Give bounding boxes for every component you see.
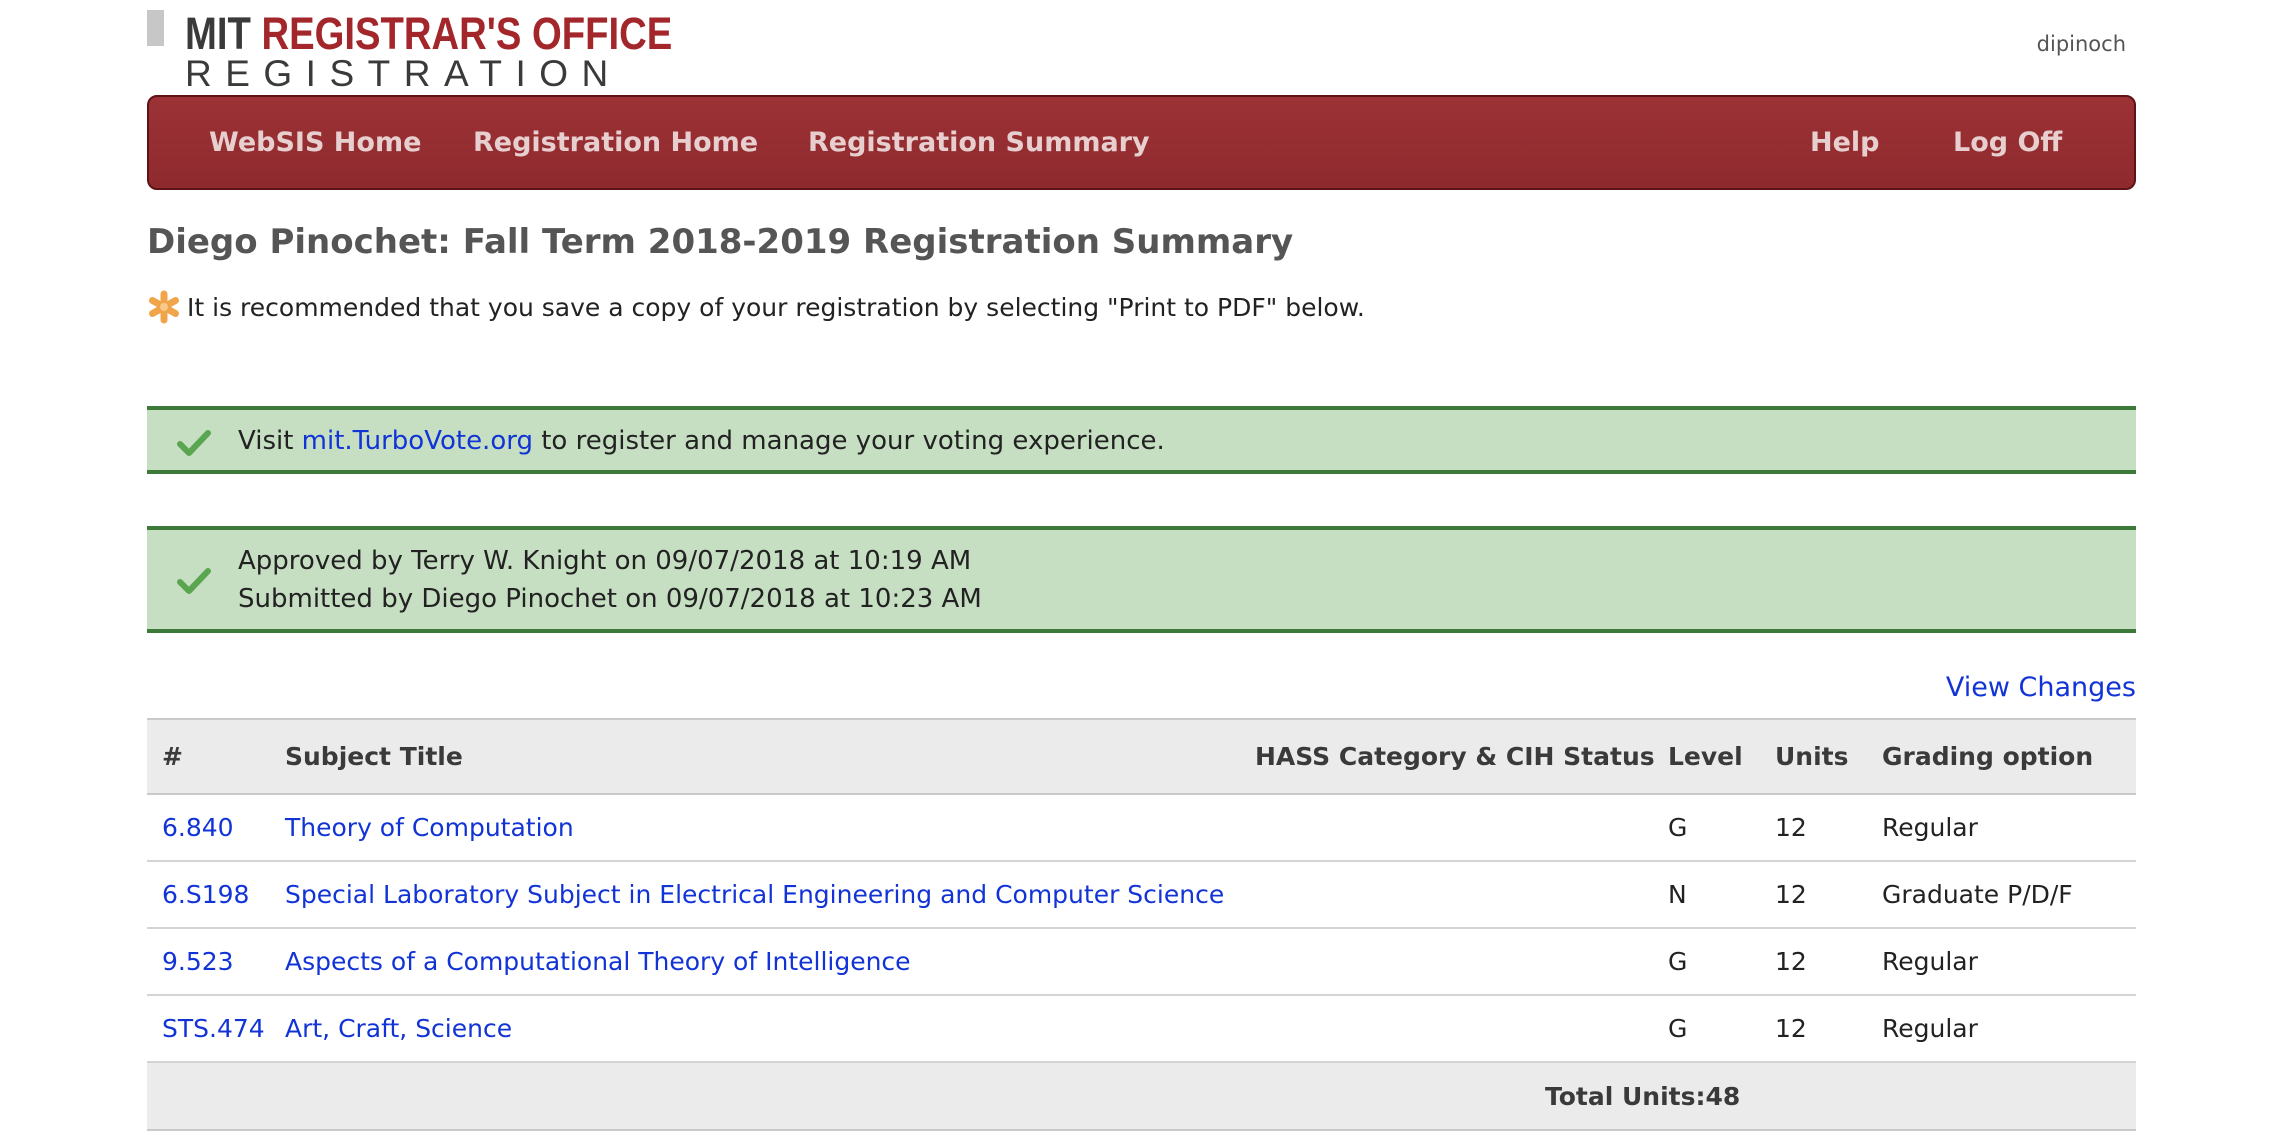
logo-subtitle: REGISTRATION (185, 53, 622, 94)
view-changes-link[interactable]: View Changes (1946, 672, 2136, 703)
table-header-row: # Subject Title HASS Category & CIH Stat… (147, 718, 2136, 795)
level-cell: G (1668, 928, 1775, 996)
col-header-hass: HASS Category & CIH Status (1255, 718, 1668, 795)
nav-help[interactable]: Help (1810, 97, 1880, 188)
subject-number-cell: 6.S198 (147, 861, 285, 929)
registrar-logo[interactable]: MIT REGISTRAR'S OFFICE REGISTRATION (147, 8, 672, 94)
level-cell: G (1668, 794, 1775, 862)
registration-table: # Subject Title HASS Category & CIH Stat… (147, 718, 2136, 1131)
voting-alert-text: Visit mit.TurboVote.org to register and … (238, 422, 1165, 460)
asterisk-icon (149, 290, 179, 324)
check-icon (177, 568, 211, 594)
subject-title-link[interactable]: Art, Craft, Science (285, 1014, 512, 1043)
subject-number-link[interactable]: STS.474 (162, 1014, 265, 1043)
nav-registration-home[interactable]: Registration Home (473, 97, 758, 188)
logo-registrar-office: REGISTRAR'S OFFICE (261, 8, 673, 59)
total-row: Total Units:48 (147, 1062, 2136, 1131)
nav-websis-home[interactable]: WebSIS Home (209, 97, 421, 188)
recommendation-text: It is recommended that you save a copy o… (187, 292, 1365, 322)
page-title: Diego Pinochet: Fall Term 2018-2019 Regi… (147, 222, 1294, 262)
table-row: 6.840 Theory of Computation G 12 Regular (147, 794, 2136, 862)
subject-number-cell: 9.523 (147, 928, 285, 996)
subject-title-link[interactable]: Aspects of a Computational Theory of Int… (285, 947, 911, 976)
username: dipinoch (2036, 32, 2126, 56)
logo-mit: MIT (185, 8, 262, 59)
hass-cell (1255, 928, 1668, 996)
col-header-units: Units (1775, 718, 1882, 795)
grading-cell: Regular (1882, 928, 2136, 996)
units-cell: 12 (1775, 928, 1882, 996)
units-cell: 12 (1775, 995, 1882, 1063)
logo-bar (147, 10, 164, 46)
approved-text: Approved by Terry W. Knight on 09/07/201… (238, 546, 972, 576)
submitted-text: Submitted by Diego Pinochet on 09/07/201… (238, 584, 982, 614)
subject-number-link[interactable]: 9.523 (162, 947, 234, 976)
subject-title-cell: Special Laboratory Subject in Electrical… (285, 861, 1255, 929)
subject-title-cell: Theory of Computation (285, 794, 1255, 862)
voting-suffix: to register and manage your voting exper… (532, 426, 1165, 456)
table-row: STS.474 Art, Craft, Science G 12 Regular (147, 995, 2136, 1063)
approval-alert: Approved by Terry W. Knight on 09/07/201… (147, 526, 2136, 633)
check-icon (177, 430, 211, 456)
units-cell: 12 (1775, 794, 1882, 862)
subject-title-cell: Aspects of a Computational Theory of Int… (285, 928, 1255, 996)
subject-title-cell: Art, Craft, Science (285, 995, 1255, 1063)
subject-number-cell: 6.840 (147, 794, 285, 862)
level-cell: N (1668, 861, 1775, 929)
subject-number-cell: STS.474 (147, 995, 285, 1063)
col-header-level: Level (1668, 718, 1775, 795)
hass-cell (1255, 861, 1668, 929)
main-nav: WebSIS Home Registration Home Registrati… (147, 95, 2136, 190)
hass-cell (1255, 995, 1668, 1063)
voting-alert: Visit mit.TurboVote.org to register and … (147, 406, 2136, 474)
print-recommendation: It is recommended that you save a copy o… (147, 290, 1365, 324)
col-header-number: # (147, 718, 285, 795)
units-cell: 12 (1775, 861, 1882, 929)
table-row: 9.523 Aspects of a Computational Theory … (147, 928, 2136, 996)
subject-title-link[interactable]: Theory of Computation (285, 813, 574, 842)
table-row: 6.S198 Special Laboratory Subject in Ele… (147, 861, 2136, 929)
grading-cell: Graduate P/D/F (1882, 861, 2136, 929)
col-header-grading: Grading option (1882, 718, 2136, 795)
grading-cell: Regular (1882, 794, 2136, 862)
subject-number-link[interactable]: 6.S198 (162, 880, 249, 909)
voting-prefix: Visit (238, 426, 302, 456)
total-units: Total Units:48 (1255, 1062, 1882, 1131)
subject-title-link[interactable]: Special Laboratory Subject in Electrical… (285, 880, 1224, 909)
nav-registration-summary[interactable]: Registration Summary (808, 97, 1150, 188)
col-header-subject-title: Subject Title (285, 718, 1255, 795)
grading-cell: Regular (1882, 995, 2136, 1063)
hass-cell (1255, 794, 1668, 862)
subject-number-link[interactable]: 6.840 (162, 813, 234, 842)
turbovote-link[interactable]: mit.TurboVote.org (302, 426, 533, 456)
nav-log-off[interactable]: Log Off (1953, 97, 2062, 188)
level-cell: G (1668, 995, 1775, 1063)
